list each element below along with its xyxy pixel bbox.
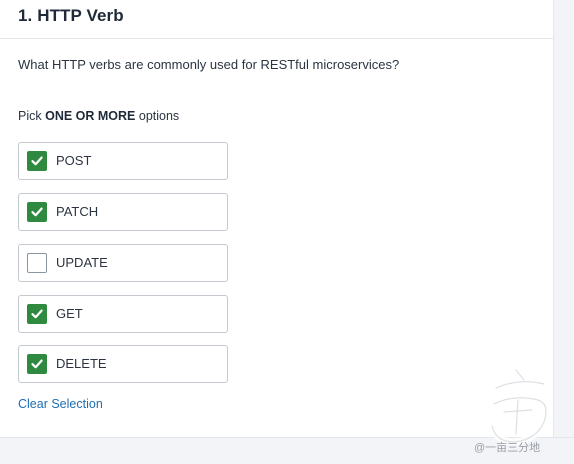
option-label: POST <box>56 153 92 168</box>
checkbox[interactable] <box>27 151 47 171</box>
option-get[interactable]: GET <box>18 295 228 333</box>
question-title: 1. HTTP Verb <box>18 6 124 25</box>
option-delete[interactable]: DELETE <box>18 345 228 383</box>
option-label: GET <box>56 306 83 321</box>
option-label: DELETE <box>56 356 107 371</box>
instruction-prefix: Pick <box>18 109 46 123</box>
checkbox[interactable] <box>27 202 47 222</box>
option-post[interactable]: POST <box>18 142 228 180</box>
checkbox[interactable] <box>27 354 47 374</box>
option-update[interactable]: UPDATE <box>18 244 228 282</box>
clear-selection-link[interactable]: Clear Selection <box>18 397 103 411</box>
question-card: 1. HTTP Verb What HTTP verbs are commonl… <box>0 0 553 437</box>
option-patch[interactable]: PATCH <box>18 193 228 231</box>
checkmark-icon <box>31 309 43 319</box>
title-divider <box>0 38 553 39</box>
question-text: What HTTP verbs are commonly used for RE… <box>18 57 400 72</box>
instruction-bold: ONE OR MORE <box>45 109 136 123</box>
checkbox[interactable] <box>27 304 47 324</box>
checkmark-icon <box>31 207 43 217</box>
instruction-suffix: options <box>135 109 180 123</box>
instruction-text: Pick ONE OR MORE options <box>18 109 179 123</box>
checkmark-icon <box>31 359 43 369</box>
watermark-text: @一亩三分地 <box>474 442 541 454</box>
option-label: PATCH <box>56 204 99 219</box>
checkmark-icon <box>31 156 43 166</box>
checkbox[interactable] <box>27 253 47 273</box>
option-label: UPDATE <box>56 255 108 270</box>
